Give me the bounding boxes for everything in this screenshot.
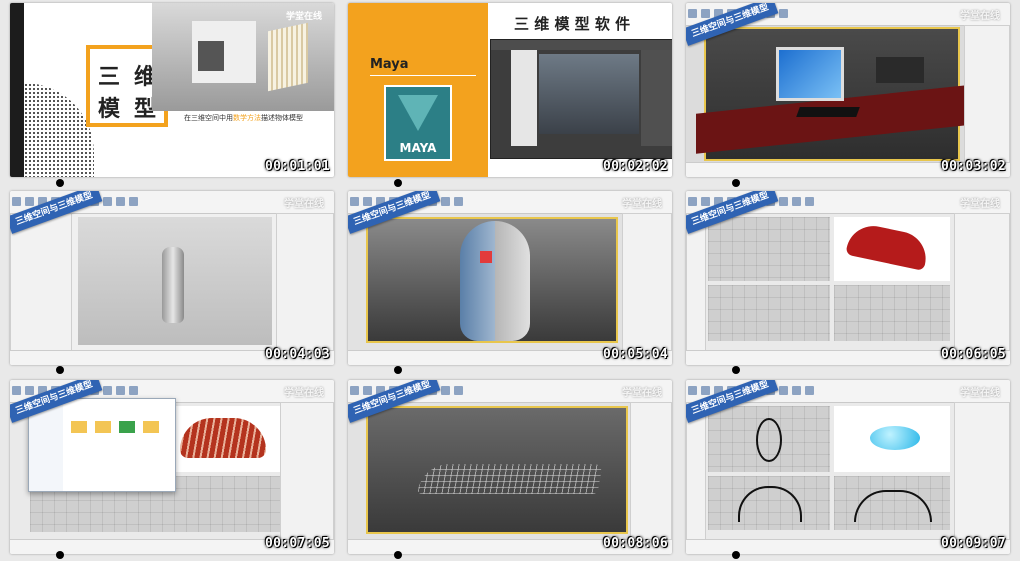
- thumbnail-5[interactable]: 三维空间与三维模型 学堂在线 00:05:04: [348, 191, 672, 365]
- marker-dot: [732, 366, 740, 374]
- file-dialog: [28, 398, 176, 492]
- watermark: 学堂在线: [286, 12, 323, 22]
- underline: [370, 75, 476, 76]
- watermark: 学堂在线: [960, 11, 1000, 22]
- striped-surface-model: [180, 418, 266, 458]
- printer: [876, 57, 924, 83]
- viewport-front: [708, 285, 830, 341]
- marker-dot: [56, 366, 64, 374]
- right-panel: [622, 213, 672, 351]
- left-toolbox: [686, 213, 706, 351]
- thumbnail-6[interactable]: 三维空间与三维模型 学堂在线 00:06:05: [686, 191, 1010, 365]
- right-panel: [280, 402, 334, 540]
- folder-icon: [95, 421, 111, 433]
- marker-dot: [56, 551, 64, 559]
- wireframe-surface: [417, 464, 603, 494]
- timestamp: 00:01:01: [264, 159, 330, 174]
- timestamp: 00:07:05: [264, 536, 330, 551]
- thumbnail-9[interactable]: 三维空间与三维模型 学堂在线 00:09:07: [686, 380, 1010, 554]
- timestamp: 00:03:02: [940, 159, 1006, 174]
- viewport: [366, 217, 618, 343]
- folder-icon: [71, 421, 87, 433]
- left-toolbox: [686, 402, 706, 540]
- timestamp: 00:09:07: [940, 536, 1006, 551]
- folder-icon: [119, 421, 135, 433]
- watermark: 学堂在线: [960, 388, 1000, 399]
- viewport-perspective: [834, 217, 950, 281]
- viewport: [366, 406, 628, 534]
- watermark: 学堂在线: [622, 388, 662, 399]
- ellipse-curve: [756, 418, 782, 462]
- viewport-perspective: [160, 406, 280, 472]
- right-panel: [954, 402, 1010, 540]
- watermark: 学堂在线: [960, 199, 1000, 210]
- marker-dot: [732, 179, 740, 187]
- watermark: 学堂在线: [284, 388, 324, 399]
- marker-dot: [56, 179, 64, 187]
- viewport: [78, 217, 272, 345]
- viewport-top: [708, 406, 830, 472]
- thumbnail-7[interactable]: 三维空间与三维模型 学堂在线 00:07:05: [10, 380, 334, 554]
- left-panel: [10, 213, 72, 351]
- timestamp: 00:06:05: [940, 347, 1006, 362]
- viewport-right: [834, 285, 950, 341]
- right-panel: [630, 402, 672, 540]
- mouse-model: [870, 426, 920, 450]
- thumbnail-1[interactable]: 三 维 模 型 学堂在线 在三维空间中用数学方法描述物体模型 00:01:01: [10, 3, 334, 177]
- right-panel: [954, 213, 1010, 351]
- maya-m-icon: [398, 95, 438, 131]
- timestamp: 00:04:03: [264, 347, 330, 362]
- maya-screenshot: [490, 39, 672, 159]
- right-panel: [276, 213, 334, 351]
- timestamp: 00:02:02: [602, 159, 668, 174]
- logo-text: MAYA: [399, 141, 437, 155]
- marker-dot: [394, 366, 402, 374]
- heading: 三 维 模 型 软 件: [514, 15, 631, 33]
- head-model: [460, 221, 530, 341]
- timestamp: 00:08:06: [602, 536, 668, 551]
- left-toolbar: [10, 3, 24, 177]
- transform-gizmo: [480, 251, 492, 263]
- thumbnail-3[interactable]: 三维空间与三维模型 学堂在线 00:03:02: [686, 3, 1010, 177]
- right-panel: [964, 25, 1010, 163]
- thumbnail-2[interactable]: Maya MAYA 三 维 模 型 软 件 00:02:02: [348, 3, 672, 177]
- point-cloud-graphic: [24, 83, 94, 177]
- watermark: 学堂在线: [622, 199, 662, 210]
- marker-dot: [394, 179, 402, 187]
- title-char-3: 模: [98, 97, 121, 122]
- viewport-top: [708, 217, 830, 281]
- thumbnail-8[interactable]: 三维空间与三维模型 学堂在线 00:08:06: [348, 380, 672, 554]
- software-name: Maya: [370, 57, 409, 72]
- marker-dot: [394, 551, 402, 559]
- orange-panel: Maya MAYA: [348, 3, 488, 177]
- viewport-front: [708, 476, 830, 530]
- thumbnail-4[interactable]: 三维空间与三维模型 学堂在线 00:04:03: [10, 191, 334, 365]
- timestamp: 00:05:04: [602, 347, 668, 362]
- keyboard: [796, 107, 860, 117]
- maya-logo: MAYA: [384, 85, 452, 161]
- red-surface-model: [845, 221, 931, 271]
- viewport: [696, 27, 976, 161]
- title-char-1: 三: [98, 65, 121, 90]
- monitor: [776, 47, 844, 101]
- watermark: 学堂在线: [284, 199, 324, 210]
- viewport-perspective: [834, 406, 950, 472]
- marker-dot: [732, 551, 740, 559]
- folder-icon: [143, 421, 159, 433]
- viewport-right: [834, 476, 950, 530]
- caption: 在三维空间中用数学方法描述物体模型: [184, 114, 303, 122]
- bottle-model: [162, 247, 184, 323]
